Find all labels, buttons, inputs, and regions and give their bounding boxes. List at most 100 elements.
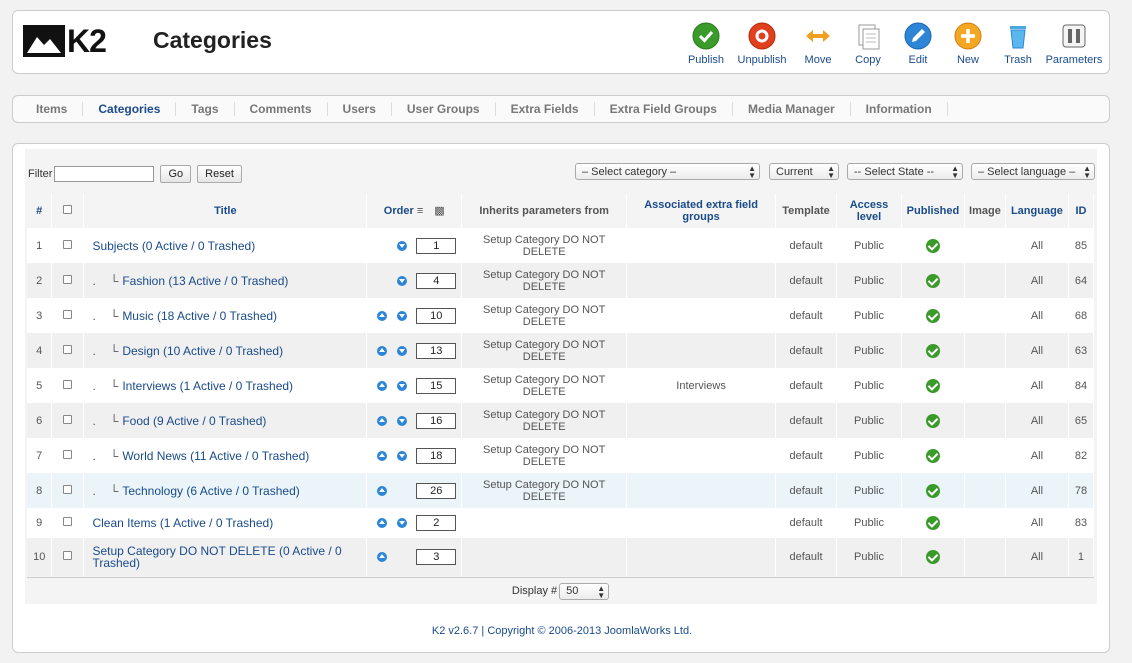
select-category-dropdown[interactable]: – Select category – ▲ ▼: [575, 163, 760, 180]
category-title-link[interactable]: Subjects (0 Active / 0 Trashed): [92, 239, 255, 253]
published-check-icon[interactable]: [925, 238, 940, 253]
tab-tags[interactable]: Tags: [176, 102, 235, 116]
move-button[interactable]: Move: [793, 21, 843, 66]
category-title-link[interactable]: Interviews (1 Active / 0 Trashed): [122, 379, 293, 393]
published-check-icon[interactable]: [925, 308, 940, 323]
move-up-icon[interactable]: [377, 485, 388, 496]
row-checkbox[interactable]: [63, 517, 73, 526]
move-icon: [806, 30, 830, 42]
order-input[interactable]: 26: [416, 482, 457, 499]
sort-order-icon[interactable]: ≡: [417, 205, 423, 217]
order-input[interactable]: 1: [416, 237, 457, 254]
copy-button[interactable]: Copy: [843, 21, 893, 66]
move-down-icon[interactable]: [397, 380, 408, 391]
move-down-icon[interactable]: [397, 310, 408, 321]
tab-items[interactable]: Items: [21, 102, 84, 116]
tab-user-groups[interactable]: User Groups: [392, 102, 496, 116]
row-checkbox[interactable]: [63, 449, 73, 459]
trash-button[interactable]: Trash: [993, 21, 1043, 66]
new-button[interactable]: New: [943, 21, 993, 66]
k2-version-link[interactable]: K2 v2.6.7: [432, 625, 478, 637]
col-extra-field-groups[interactable]: Associated extra field groups: [626, 194, 777, 228]
category-title-link[interactable]: Setup Category DO NOT DELETE (0 Active /…: [92, 544, 341, 570]
row-checkbox[interactable]: [63, 274, 73, 284]
tab-media-manager[interactable]: Media Manager: [733, 102, 851, 116]
go-button[interactable]: Go: [160, 165, 192, 183]
parameters-button[interactable]: Parameters: [1043, 21, 1105, 66]
col-image: Image: [964, 194, 1006, 228]
category-title-link[interactable]: World News (11 Active / 0 Trashed): [122, 449, 309, 463]
category-title-link[interactable]: Technology (6 Active / 0 Trashed): [122, 484, 299, 498]
order-input[interactable]: 18: [416, 447, 457, 464]
row-checkbox[interactable]: [63, 551, 73, 560]
move-down-icon[interactable]: [397, 240, 408, 251]
move-down-icon[interactable]: [397, 450, 408, 461]
row-checkbox[interactable]: [63, 379, 73, 389]
row-checkbox[interactable]: [63, 484, 73, 494]
order-input[interactable]: 13: [416, 342, 457, 359]
select-language-dropdown[interactable]: – Select language – ▲ ▼: [971, 163, 1095, 180]
move-down-icon[interactable]: [397, 415, 408, 426]
category-title-link[interactable]: Music (18 Active / 0 Trashed): [122, 309, 277, 323]
display-limit-dropdown[interactable]: 50 ▲ ▼: [559, 582, 610, 600]
tab-users[interactable]: Users: [328, 102, 392, 116]
col-id[interactable]: ID: [1068, 194, 1095, 228]
tab-extra-fields[interactable]: Extra Fields: [496, 102, 595, 116]
order-input[interactable]: 4: [416, 272, 457, 289]
order-input[interactable]: 16: [416, 412, 457, 429]
row-access-level: Public: [836, 473, 902, 508]
select-state-dropdown[interactable]: -- Select State -- ▲ ▼: [847, 163, 963, 180]
row-published-cell: [901, 333, 965, 368]
published-check-icon[interactable]: [925, 550, 940, 564]
order-input[interactable]: 2: [416, 515, 457, 531]
filter-input[interactable]: [54, 166, 155, 182]
save-order-icon[interactable]: ▩: [434, 205, 444, 217]
row-checkbox[interactable]: [63, 344, 73, 354]
move-up-icon[interactable]: [377, 380, 388, 391]
col-title[interactable]: Title: [83, 194, 368, 228]
category-title-link[interactable]: Clean Items (1 Active / 0 Trashed): [92, 516, 273, 530]
col-published[interactable]: Published: [901, 194, 965, 228]
edit-button[interactable]: Edit: [893, 21, 943, 66]
move-up-icon[interactable]: [377, 415, 388, 426]
published-check-icon[interactable]: [925, 413, 940, 428]
category-title-link[interactable]: Food (9 Active / 0 Trashed): [122, 414, 266, 428]
tree-branch-icon: └: [109, 413, 119, 428]
tab-information[interactable]: Information: [851, 102, 948, 116]
published-check-icon[interactable]: [925, 448, 940, 463]
tab-categories[interactable]: Categories: [83, 102, 177, 116]
move-up-icon[interactable]: [377, 310, 388, 321]
row-access-level: Public: [836, 263, 902, 298]
tab-comments[interactable]: Comments: [235, 102, 328, 116]
published-check-icon[interactable]: [925, 378, 940, 393]
order-input[interactable]: 10: [416, 307, 457, 324]
select-all-checkbox[interactable]: [63, 205, 73, 214]
category-title-link[interactable]: Fashion (13 Active / 0 Trashed): [122, 274, 288, 288]
move-up-icon[interactable]: [377, 450, 388, 461]
col-access-level[interactable]: Access level: [836, 194, 902, 228]
published-check-icon[interactable]: [925, 273, 940, 288]
reset-button[interactable]: Reset: [197, 165, 242, 183]
published-check-icon[interactable]: [925, 516, 940, 530]
row-checkbox[interactable]: [63, 239, 73, 249]
select-current-dropdown[interactable]: Current ▲ ▼: [769, 163, 839, 180]
row-checkbox[interactable]: [63, 414, 73, 424]
row-checkbox[interactable]: [63, 309, 73, 319]
move-down-icon[interactable]: [397, 345, 408, 356]
unpublish-button[interactable]: Unpublish: [731, 21, 793, 66]
published-check-icon[interactable]: [925, 483, 940, 498]
table-footer: Display # 50 ▲ ▼: [27, 577, 1094, 604]
move-up-icon[interactable]: [377, 518, 388, 528]
tab-extra-field-groups[interactable]: Extra Field Groups: [595, 102, 733, 116]
order-input[interactable]: 3: [416, 549, 457, 565]
publish-button[interactable]: Publish: [681, 21, 731, 66]
move-down-icon[interactable]: [397, 275, 408, 286]
order-input[interactable]: 15: [416, 377, 457, 394]
move-up-icon[interactable]: [377, 345, 388, 356]
published-check-icon[interactable]: [925, 343, 940, 358]
move-up-icon[interactable]: [377, 552, 388, 562]
category-title-link[interactable]: Design (10 Active / 0 Trashed): [122, 344, 283, 358]
col-order[interactable]: Order ≡ ▩: [366, 194, 463, 228]
col-language[interactable]: Language: [1005, 194, 1069, 228]
move-down-icon[interactable]: [397, 518, 408, 528]
